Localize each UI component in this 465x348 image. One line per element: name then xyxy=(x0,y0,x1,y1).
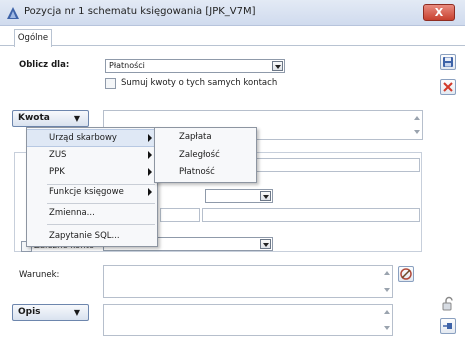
menu-separator xyxy=(47,224,155,225)
pin-button[interactable] xyxy=(440,318,456,334)
submenu-item-zaplata[interactable]: Zapłata xyxy=(155,129,256,147)
menu-item-label: ZUS xyxy=(49,150,67,160)
warunek-scrollbar[interactable] xyxy=(380,266,392,297)
menu-item-funkcje-ksiegowe[interactable]: Funkcje księgowe xyxy=(27,184,157,202)
chevron-down-icon: ▼ xyxy=(73,114,80,123)
delete-button[interactable] xyxy=(440,79,456,95)
oblicz-dla-label: Oblicz dla: xyxy=(19,60,70,70)
kwota-scrollbar[interactable] xyxy=(410,111,422,139)
menu-item-zmienna[interactable]: Zmienna... xyxy=(27,205,157,223)
menu-item-label: Funkcje księgowe xyxy=(49,187,124,197)
menu-separator xyxy=(47,203,155,204)
urzad-skarbowy-submenu: Zapłata Zaległość Płatność xyxy=(154,127,257,183)
wizard-button[interactable] xyxy=(398,266,414,282)
sumuj-label: Sumuj kwoty o tych samych kontach xyxy=(121,78,278,88)
opis-button-label: Opis xyxy=(18,307,41,317)
kwota-button-label: Kwota xyxy=(18,113,50,123)
scroll-up-icon[interactable] xyxy=(384,271,390,275)
oblicz-dla-combo[interactable]: Płatności xyxy=(105,59,285,73)
menu-item-urzad-skarbowy[interactable]: Urząd skarbowy xyxy=(27,129,157,147)
tab-ogolne[interactable]: Ogólne xyxy=(14,29,52,47)
chevron-down-icon[interactable] xyxy=(260,191,271,201)
scroll-up-icon[interactable] xyxy=(414,116,420,120)
wizard-icon xyxy=(400,268,412,280)
save-button[interactable] xyxy=(440,54,456,70)
delete-icon xyxy=(443,82,453,92)
opis-button[interactable]: Opis ▼ xyxy=(12,304,89,321)
konto-field[interactable] xyxy=(245,158,420,172)
lock-icon xyxy=(442,296,453,311)
warunek-memo[interactable] xyxy=(103,265,393,298)
scroll-down-icon[interactable] xyxy=(384,288,390,292)
menu-item-zapytanie-sql[interactable]: Zapytanie SQL... xyxy=(27,228,157,246)
submenu-item-label: Płatność xyxy=(179,167,215,177)
title-bar: Pozycja nr 1 schematu księgowania [JPK_V… xyxy=(0,0,465,26)
kwota-context-menu: Urząd skarbowy ZUS PPK Funkcje księgowe … xyxy=(26,127,158,247)
menu-item-label: Zapytanie SQL... xyxy=(49,231,120,241)
description-field[interactable] xyxy=(202,208,420,222)
menu-item-label: Zmienna... xyxy=(49,208,95,218)
submenu-arrow-icon xyxy=(148,134,152,142)
submenu-item-label: Zaległość xyxy=(179,150,220,160)
chevron-down-icon[interactable] xyxy=(272,61,283,71)
menu-item-ppk[interactable]: PPK xyxy=(27,164,157,182)
tab-strip: Ogólne xyxy=(0,26,465,47)
opis-scrollbar[interactable] xyxy=(380,305,392,335)
submenu-arrow-icon xyxy=(148,188,152,196)
submenu-item-platnosc[interactable]: Płatność xyxy=(155,164,256,182)
kwota-button[interactable]: Kwota ▼ xyxy=(12,110,89,127)
window-title: Pozycja nr 1 schematu księgowania [JPK_V… xyxy=(24,6,256,17)
scroll-down-icon[interactable] xyxy=(414,130,420,134)
scroll-up-icon[interactable] xyxy=(384,310,390,314)
menu-item-zus[interactable]: ZUS xyxy=(27,147,157,165)
menu-item-label: PPK xyxy=(49,167,65,177)
submenu-item-label: Zapłata xyxy=(179,132,212,142)
scroll-down-icon[interactable] xyxy=(384,326,390,330)
chevron-down-icon[interactable] xyxy=(260,239,271,249)
submenu-arrow-icon xyxy=(148,168,152,176)
chevron-down-icon: ▼ xyxy=(73,308,80,317)
oblicz-dla-value: Płatności xyxy=(109,61,145,70)
warunek-label: Warunek: xyxy=(19,270,60,280)
sumuj-checkbox[interactable] xyxy=(105,78,116,89)
amount-field[interactable] xyxy=(160,208,200,222)
submenu-arrow-icon xyxy=(148,151,152,159)
close-button[interactable]: X xyxy=(423,4,455,21)
menu-item-label: Urząd skarbowy xyxy=(49,133,117,143)
submenu-item-zaleglosc[interactable]: Zaległość xyxy=(155,147,256,165)
save-icon xyxy=(443,57,453,67)
side-combo[interactable] xyxy=(205,189,273,203)
opis-memo[interactable] xyxy=(103,304,393,336)
lock-button[interactable] xyxy=(440,296,456,312)
pin-icon xyxy=(443,323,452,329)
app-logo-icon xyxy=(7,7,19,19)
